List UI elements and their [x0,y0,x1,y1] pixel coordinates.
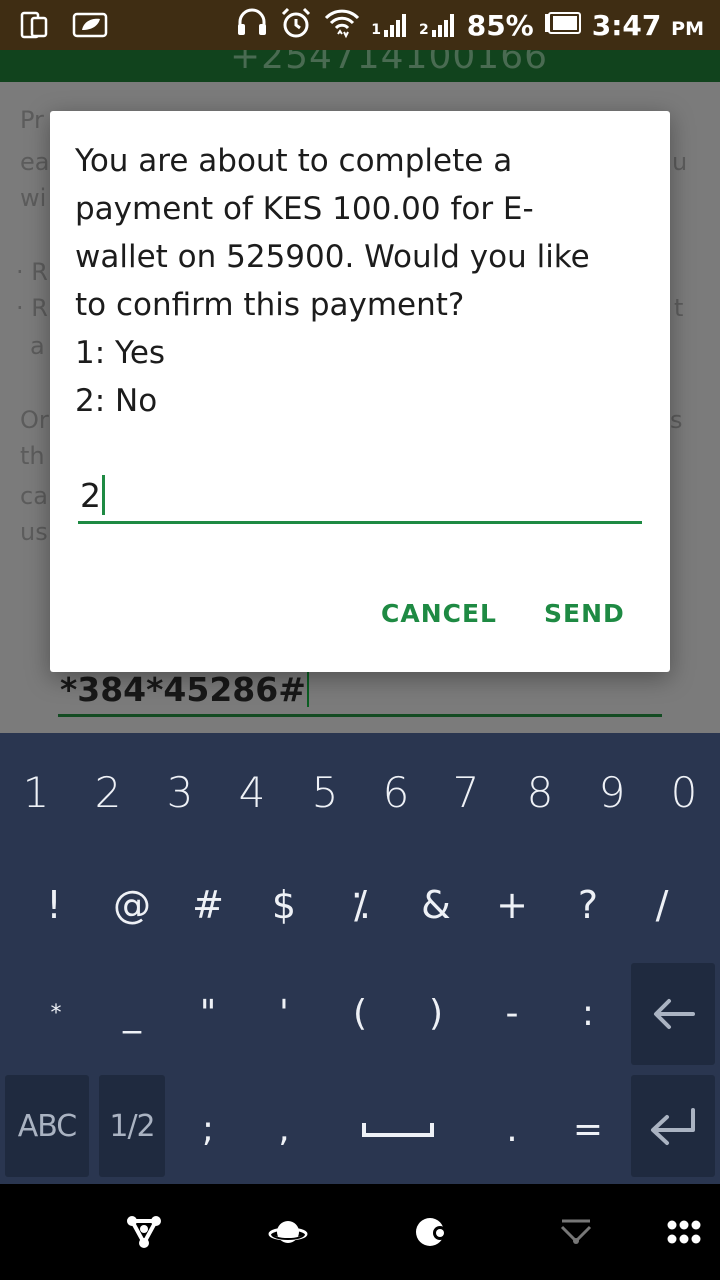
bg-text-fragment: a [30,332,45,360]
key-open-paren[interactable]: ( [330,983,390,1043]
key-minus[interactable]: - [482,983,542,1043]
key-dollar[interactable]: $ [254,875,314,935]
bg-text-fragment: ea [20,148,50,176]
bg-text-fragment: us [20,518,48,546]
abc-key[interactable]: ABC [5,1075,89,1177]
key-exclamation[interactable]: ! [24,875,84,935]
enter-icon [651,1108,695,1145]
ussd-input[interactable]: *384*45286# [60,670,309,709]
key-4[interactable]: 4 [222,761,282,823]
grid-dots-icon[interactable] [664,1212,704,1252]
cancel-button[interactable]: CANCEL [381,599,497,628]
alarm-icon [279,6,313,44]
response-input-underline [78,521,642,524]
key-0[interactable]: 0 [654,761,714,823]
bg-text-fragment: ca [20,482,48,510]
signal-sim1-icon: 1 [371,12,409,38]
bg-text-fragment: Pr [20,106,44,134]
clock: 3:47 PM [591,8,704,42]
text-caret [102,475,105,515]
ussd-input-underline [58,714,662,717]
bg-text-fragment: Or [20,406,49,434]
battery-percent: 85% [466,8,534,42]
bg-text-fragment: u [672,148,688,176]
battery-icon [544,12,582,38]
key-close-paren[interactable]: ) [406,983,466,1043]
key-8[interactable]: 8 [510,761,570,823]
response-input-value: 2 [80,475,105,515]
key-percent[interactable]: ⁒ [330,875,390,935]
bg-text-fragment: t [674,294,684,322]
message-line: 2: No [75,383,158,419]
app-header: +254714100166 [0,50,720,82]
message-line: payment of KES 100.00 for E- [75,191,534,227]
key-colon[interactable]: : [558,983,618,1043]
message-line: to confirm this payment? [75,287,465,323]
navigation-bar [0,1184,720,1280]
bg-text-fragment: wi [20,184,47,212]
symbol-keyboard: 1 2 3 4 5 6 7 8 9 0 ! @ # $ ⁒ & + ? / * … [0,733,720,1184]
bg-text-fragment: · R [16,258,48,286]
key-comma[interactable]: , [254,1099,314,1159]
signal-sim2-icon: 2 [419,12,457,38]
backspace-key[interactable] [631,963,715,1065]
notification-icon [72,12,108,42]
key-6[interactable]: 6 [366,761,426,823]
moon-icon[interactable] [412,1212,452,1252]
key-single-quote[interactable]: ' [254,983,314,1043]
status-bar: 1 2 85% 3:47 PM [0,0,720,50]
bg-text-fragment: th [20,442,45,470]
ussd-confirm-dialog: You are about to complete a payment of K… [50,111,670,672]
headset-icon [235,6,269,44]
key-5[interactable]: 5 [295,761,355,823]
key-asterisk[interactable]: * [26,983,86,1043]
key-3[interactable]: 3 [150,761,210,823]
page-toggle-key[interactable]: 1/2 [99,1075,165,1177]
swipe-down-icon[interactable] [556,1212,596,1252]
wifi-icon [323,6,361,44]
response-input[interactable]: 2 [78,467,642,527]
key-2[interactable]: 2 [78,761,138,823]
message-line: 1: Yes [75,335,166,371]
key-underscore[interactable]: _ [102,983,162,1043]
key-ampersand[interactable]: & [406,875,466,935]
key-period[interactable]: . [482,1099,542,1159]
key-equals[interactable]: = [558,1099,618,1159]
message-line: wallet on 525900. Would you like [75,239,590,275]
key-hash[interactable]: # [178,875,238,935]
phone-outline-icon [20,10,50,44]
phone-number: +254714100166 [230,50,549,77]
key-slash[interactable]: / [632,875,692,935]
key-1[interactable]: 1 [6,761,66,823]
key-7[interactable]: 7 [436,761,496,823]
planet-icon[interactable] [268,1212,308,1252]
send-button[interactable]: SEND [544,599,625,628]
key-double-quote[interactable]: " [178,983,238,1043]
share-nodes-icon[interactable] [124,1212,164,1252]
key-9[interactable]: 9 [582,761,642,823]
dialog-message: You are about to complete a payment of K… [75,137,655,425]
enter-key[interactable] [631,1075,715,1177]
space-key[interactable] [356,1099,440,1159]
message-line: You are about to complete a [75,143,513,179]
bg-text-fragment: · R [16,294,48,322]
bg-text-fragment: s [670,406,683,434]
backspace-icon [654,999,695,1029]
key-semicolon[interactable]: ; [178,1099,238,1159]
key-question[interactable]: ? [558,875,618,935]
key-at[interactable]: @ [102,875,162,935]
key-plus[interactable]: + [482,875,542,935]
space-icon [362,1123,434,1137]
